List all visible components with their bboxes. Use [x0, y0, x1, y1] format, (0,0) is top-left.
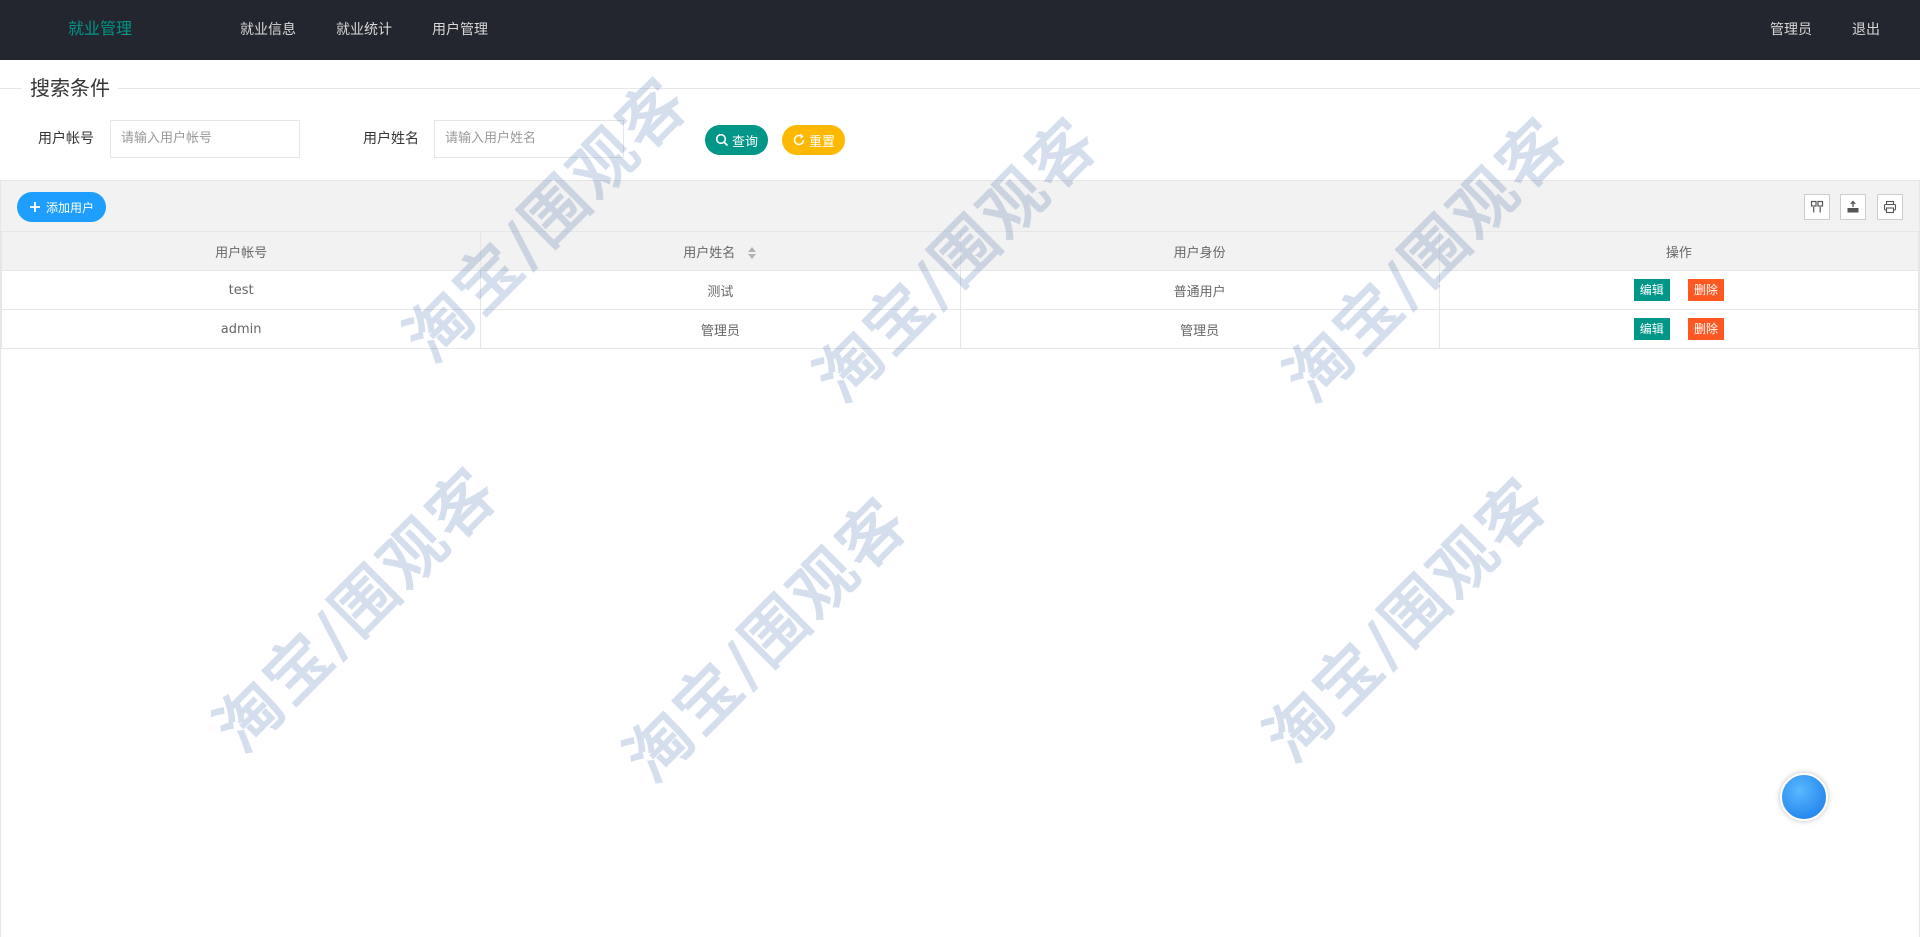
sort-icon[interactable] [747, 246, 757, 260]
plus-icon [30, 202, 40, 212]
add-user-label: 添加用户 [46, 200, 95, 215]
table-header-row: 用户帐号 用户姓名 用户身份 操作 [0, 231, 1920, 271]
print-icon [1883, 200, 1897, 214]
export-icon [1847, 200, 1859, 213]
nav-item-employment-stats[interactable]: 就业统计 [336, 0, 392, 60]
print-button[interactable] [1877, 194, 1903, 220]
col-header-name-label: 用户姓名 [683, 245, 736, 261]
export-button[interactable] [1840, 194, 1866, 220]
user-table: 用户帐号 用户姓名 用户身份 操作 test 测试 普通用户 编辑 删除 adm… [0, 231, 1920, 349]
user-nav: 管理员 退出 [1730, 0, 1880, 60]
cell-account: test [0, 270, 482, 310]
logout-link[interactable]: 退出 [1852, 0, 1880, 60]
top-header: 就业管理 就业信息 就业统计 用户管理 管理员 退出 [0, 0, 1920, 60]
add-user-button[interactable]: 添加用户 [17, 192, 107, 222]
name-search-input[interactable]: 请输入用户姓名 [434, 120, 624, 158]
cell-actions: 编辑 删除 [1438, 270, 1920, 310]
current-user-menu[interactable]: 管理员 [1770, 0, 1812, 60]
col-header-role: 用户身份 [959, 231, 1440, 271]
app-logo[interactable]: 就业管理 [68, 0, 132, 58]
main-nav: 就业信息 就业统计 用户管理 [240, 0, 528, 60]
query-button-label: 查询 [731, 134, 758, 150]
cell-account: admin [0, 309, 482, 349]
reset-button[interactable]: 重置 [782, 125, 845, 155]
edit-button[interactable]: 编辑 [1633, 279, 1670, 301]
table-row: test 测试 普通用户 编辑 删除 [0, 270, 1920, 310]
query-button[interactable]: 查询 [705, 125, 768, 155]
columns-filter-button[interactable] [1804, 194, 1830, 220]
col-header-actions: 操作 [1438, 231, 1920, 271]
delete-button[interactable]: 删除 [1687, 279, 1724, 301]
cell-name: 测试 [480, 270, 961, 310]
table-row: admin 管理员 管理员 编辑 删除 [0, 309, 1920, 349]
search-legend: 搜索条件 [22, 74, 118, 102]
reset-button-label: 重置 [808, 134, 835, 150]
col-header-name[interactable]: 用户姓名 [480, 231, 961, 271]
col-header-account: 用户帐号 [0, 231, 482, 271]
fieldset-border [0, 88, 1920, 89]
account-label: 用户帐号 [38, 131, 94, 147]
account-search-input[interactable]: 请输入用户帐号 [110, 120, 300, 158]
floating-assistant-button[interactable] [1780, 773, 1828, 821]
nav-item-employment-info[interactable]: 就业信息 [240, 0, 296, 60]
cell-name: 管理员 [480, 309, 961, 349]
user-table-container: 用户帐号 用户姓名 用户身份 操作 test 测试 普通用户 编辑 删除 adm… [0, 231, 1920, 937]
search-icon [715, 133, 729, 147]
cell-actions: 编辑 删除 [1438, 309, 1920, 349]
edit-button[interactable]: 编辑 [1633, 318, 1670, 340]
cell-role: 普通用户 [959, 270, 1440, 310]
columns-icon [1810, 200, 1824, 213]
table-toolbar: 添加用户 [0, 180, 1920, 232]
nav-item-user-management[interactable]: 用户管理 [432, 0, 488, 60]
refresh-icon [793, 134, 805, 146]
delete-button[interactable]: 删除 [1687, 318, 1724, 340]
name-label: 用户姓名 [363, 131, 419, 147]
cell-role: 管理员 [959, 309, 1440, 349]
